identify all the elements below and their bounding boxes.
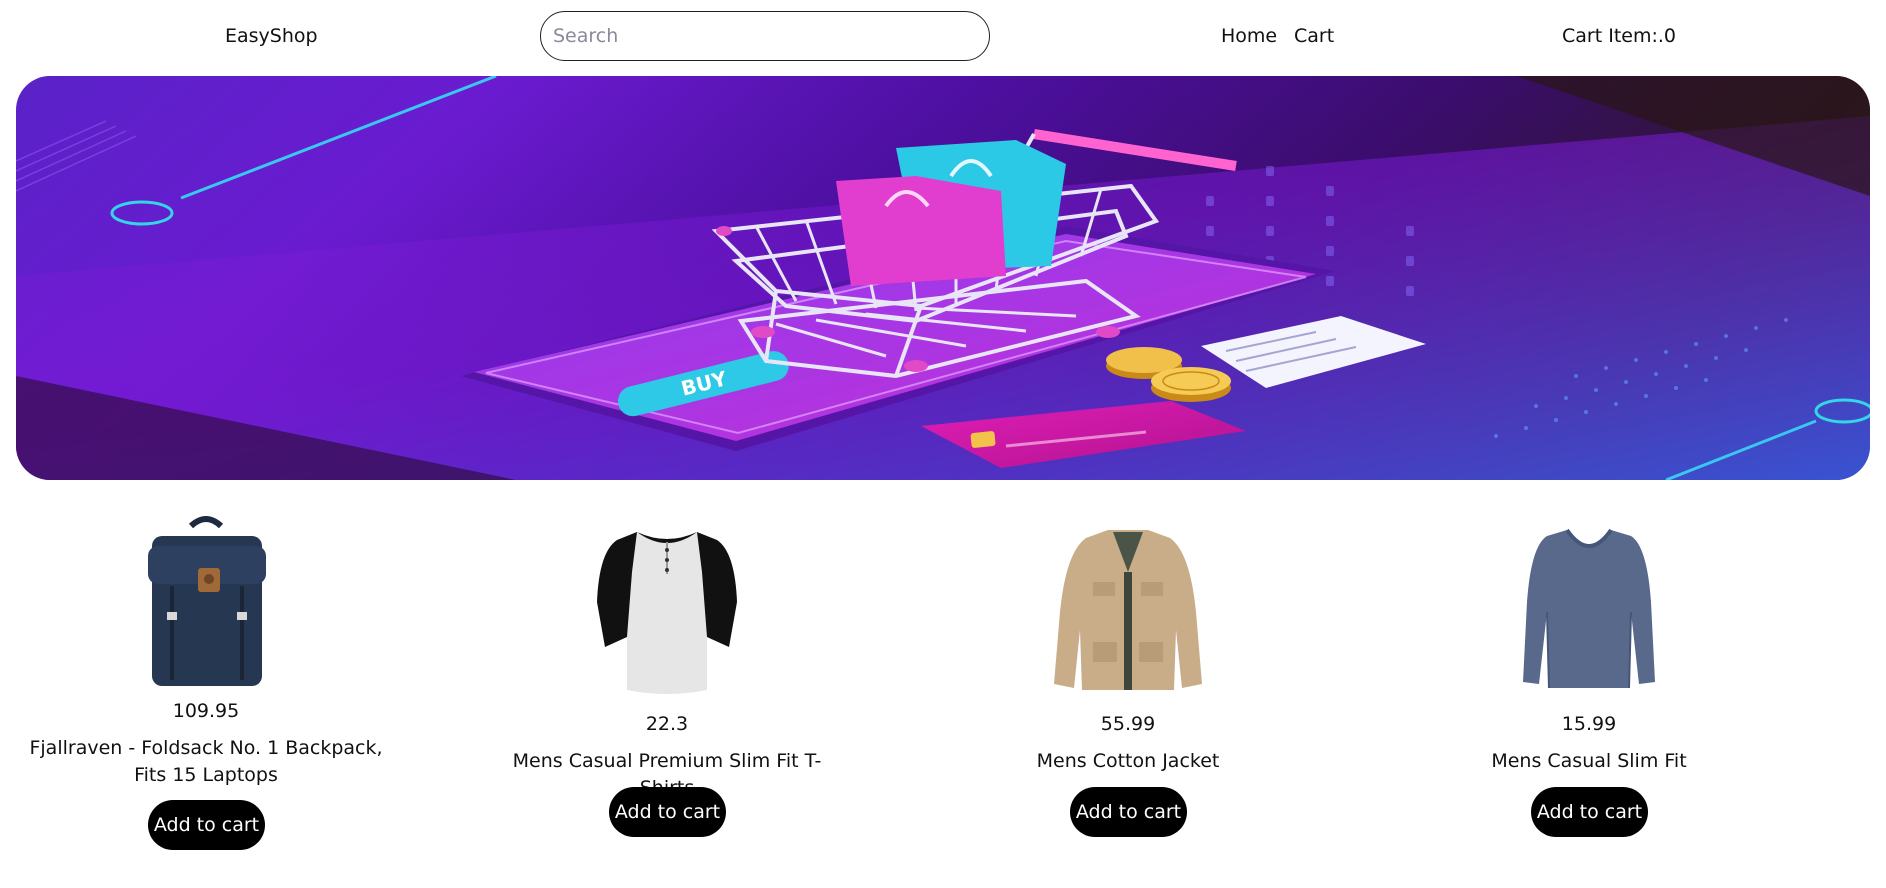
add-to-cart-button[interactable]: Add to cart: [1070, 787, 1187, 837]
hero-banner: BUY: [16, 76, 1870, 480]
add-to-cart-button[interactable]: Add to cart: [1531, 787, 1648, 837]
product-image[interactable]: [1409, 512, 1769, 702]
product-image[interactable]: [487, 512, 847, 702]
longsleeve-icon: [1523, 528, 1655, 689]
product-title: Mens Casual Slim Fit: [1491, 750, 1687, 772]
product-price: 15.99: [1561, 713, 1617, 735]
product-price: 109.95: [172, 700, 240, 722]
navbar: EasyShop Home Cart Cart Item:.0: [0, 0, 1886, 75]
nav-home-link[interactable]: Home: [1221, 25, 1277, 47]
product-image[interactable]: [948, 512, 1308, 702]
product-title: Mens Cotton Jacket: [1036, 750, 1220, 772]
tshirt-icon: [597, 532, 737, 694]
search-input[interactable]: [540, 11, 990, 61]
brand-logo[interactable]: EasyShop: [225, 25, 318, 47]
add-to-cart-button[interactable]: Add to cart: [609, 787, 726, 837]
add-to-cart-button[interactable]: Add to cart: [148, 800, 265, 850]
hero-illustration: BUY: [16, 76, 1870, 480]
product-image[interactable]: [26, 512, 386, 702]
backpack-icon: [148, 516, 266, 686]
product-price: 22.3: [645, 713, 689, 735]
nav-cart-link[interactable]: Cart: [1294, 25, 1334, 47]
product-title: Fjallraven - Foldsack No. 1 Backpack, Fi…: [29, 737, 383, 786]
cart-item-count: Cart Item:.0: [1562, 25, 1676, 47]
jacket-icon: [1054, 530, 1202, 690]
product-price: 55.99: [1100, 713, 1156, 735]
